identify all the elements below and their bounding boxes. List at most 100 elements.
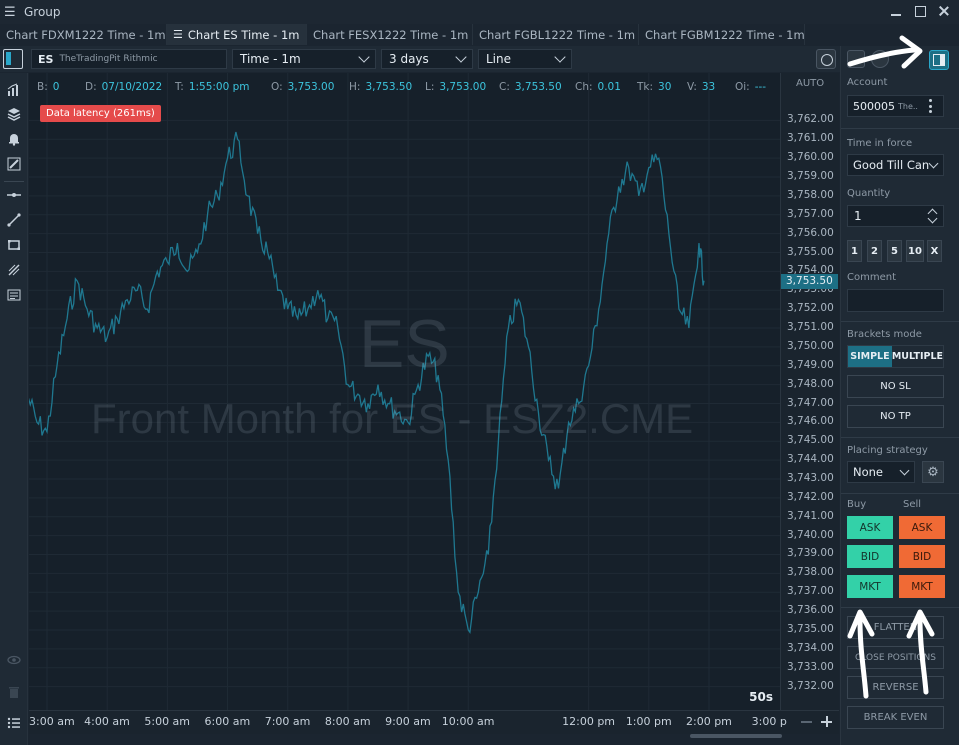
sell-bid-button[interactable]: BID [899,545,945,568]
time-tick-label: 8:00 am [324,715,371,728]
aggregation-dropdown[interactable]: Time - 1m [232,49,376,69]
reverse-button[interactable]: REVERSE [847,676,944,699]
info-key: B: [37,81,48,93]
trash-icon[interactable] [5,683,23,701]
comment-input[interactable] [847,289,944,312]
price-tick-label: 3,733.00 [787,660,834,673]
indicators-icon[interactable] [5,81,23,99]
hamburger-icon[interactable]: ☰ [4,5,20,20]
account-menu-icon[interactable] [929,99,932,113]
price-tick-label: 3,732.00 [787,679,834,692]
tab-fesx[interactable]: Chart FESX1222 Time - 1m ✕ [307,24,473,45]
time-tick-label: 3:00 p [751,715,787,728]
sell-ask-button[interactable]: ASK [899,516,945,539]
zoom-out-icon[interactable] [801,721,812,723]
chart-properties-icon[interactable] [5,286,23,304]
connection-name: TheTradingPit Rithmic [59,54,158,64]
info-key: Oi: [735,81,750,93]
buy-bid-button[interactable]: BID [847,545,893,568]
trend-line-icon[interactable] [5,211,23,229]
pencil-icon[interactable] [5,155,23,173]
speed-icon[interactable] [816,49,836,69]
quick-qty-10-button[interactable]: 10 [906,240,924,262]
section-divider [841,128,959,129]
chart-canvas[interactable]: B: 0 D: 07/10/2022 T: 1:55:00 pm O: 3,753.00… [29,73,780,710]
quick-qty-5-button[interactable]: 5 [887,240,902,262]
flatten-button[interactable]: FLATTEN [847,616,944,639]
price-axis[interactable]: AUTO 3,762.00 3,761.00 3,760.00 3,759.00 3,7… [780,73,839,710]
symbol-selector[interactable]: ES TheTradingPit Rithmic [31,49,227,69]
price-tick-label: 3,737.00 [787,585,834,598]
minimize-icon[interactable] [889,4,903,18]
close-positions-button[interactable]: CLOSE POSITIONS [847,646,944,669]
buy-label: Buy [847,499,867,510]
time-axis[interactable]: 3:00 am 4:00 am 5:00 am 6:00 am 7:00 am 8:00 … [29,710,839,734]
auto-scale-toggle[interactable]: AUTO [796,78,824,89]
price-tick-label: 3,744.00 [787,453,834,466]
list-menu-icon[interactable] [5,714,23,732]
buy-ask-button[interactable]: ASK [847,516,893,539]
fibonacci-icon[interactable] [5,261,23,279]
window-title: Group [24,5,61,19]
left-panel-toggle-icon[interactable] [3,49,23,69]
tab-es[interactable]: ☰ Chart ES Time - 1m ✕ [167,24,307,45]
quick-qty-2-button[interactable]: 2 [867,240,882,262]
chevron-down-icon [358,51,370,63]
tab-menu-icon[interactable]: ☰ [173,28,183,41]
title-bar: ☰ Group [0,0,959,24]
tab-label: Chart FDXM1222 Time - 1m [6,27,166,42]
quantity-stepper[interactable] [926,207,940,225]
chevron-down-icon [554,51,566,63]
no-sl-button[interactable]: NO SL [847,375,944,398]
alert-bell-icon[interactable] [5,130,23,148]
info-time-value: 1:55:00 pm [188,81,250,93]
horizontal-line-icon[interactable] [5,186,23,204]
time-tick-label: 3:00 am [29,715,75,728]
chart-toolbar: ES TheTradingPit Rithmic Time - 1m 3 day… [0,46,840,72]
break-even-button[interactable]: BREAK EVEN [847,706,944,729]
zoom-in-icon[interactable] [821,716,832,727]
tab-fgbm[interactable]: Chart FGBM1222 Time - 1m ✕ [639,24,805,45]
time-in-force-dropdown[interactable]: Good Till Can [847,154,944,176]
no-tp-button[interactable]: NO TP [847,405,944,428]
time-tick-label: 9:00 am [385,715,431,728]
chart-style-dropdown[interactable]: Line [478,49,572,69]
quick-qty-1-button[interactable]: 1 [847,240,862,262]
price-tick-label: 3,757.00 [787,207,834,220]
right-panel-toggle-icon[interactable] [929,50,949,70]
placing-strategy-dropdown[interactable]: None [847,461,915,483]
info-ticks-value: 30 [658,81,672,93]
price-tick-label: 3,747.00 [787,396,834,409]
gear-icon[interactable]: ⚙ [922,461,944,483]
sell-market-button[interactable]: MKT [899,575,945,598]
eye-icon[interactable] [5,651,23,669]
dom-view-icon[interactable] [847,50,865,68]
chevron-down-icon [899,465,910,476]
range-dropdown[interactable]: 3 days [381,49,473,69]
info-close-value: 3,753.50 [514,81,562,93]
sell-label: Sell [903,499,922,510]
circle-toggle-icon[interactable] [871,50,889,68]
time-tick-label: 1:00 pm [625,715,672,728]
section-divider [841,493,959,494]
clear-qty-button[interactable]: X [927,240,942,262]
close-icon[interactable] [937,4,951,18]
latency-badge: Data latency (261ms) [40,105,161,122]
maximize-icon[interactable] [913,4,927,18]
chevron-down-icon[interactable] [927,213,938,224]
price-tick-label: 3,736.00 [787,604,834,617]
tab-fdxm[interactable]: Chart FDXM1222 Time - 1m ✕ [0,24,167,45]
rectangle-icon[interactable] [5,236,23,254]
brackets-simple-button[interactable]: SIMPLE [848,346,892,367]
price-tick-label: 3,738.00 [787,566,834,579]
tab-fgbl[interactable]: Chart FGBL1222 Time - 1m ✕ [473,24,639,45]
buy-market-button[interactable]: MKT [847,575,893,598]
placing-strategy-value: None [853,465,884,479]
info-key: Tk: [637,81,654,93]
brackets-multiple-button[interactable]: MULTIPLE [892,346,943,367]
layers-icon[interactable] [5,105,23,123]
horizontal-scrollbar[interactable] [690,734,782,738]
price-tick-label: 3,751.00 [787,321,834,334]
price-tick-label: 3,748.00 [787,377,834,390]
time-tick-label: 7:00 am [264,715,311,728]
